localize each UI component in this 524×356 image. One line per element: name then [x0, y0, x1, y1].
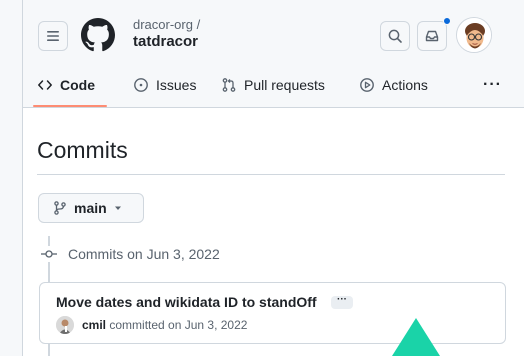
pointer-arrow-icon: [392, 318, 440, 356]
repo-name-link[interactable]: tatdracor: [133, 33, 198, 50]
pull-request-icon: [221, 77, 237, 93]
commit-title-link[interactable]: Move dates and wikidata ID to standOff: [56, 294, 317, 310]
code-icon: [37, 77, 53, 93]
background-margin: [0, 0, 22, 356]
search-button[interactable]: [380, 21, 410, 51]
tab-actions-label: Actions: [382, 77, 428, 93]
tab-code[interactable]: Code: [37, 74, 95, 96]
issue-icon: [133, 77, 149, 93]
git-branch-icon: [54, 201, 66, 215]
branch-selector-button[interactable]: main: [38, 193, 144, 223]
tab-issues[interactable]: Issues: [133, 74, 196, 96]
user-avatar[interactable]: [456, 17, 492, 53]
triangle-down-icon: [114, 206, 121, 210]
avatar-icon: [457, 18, 491, 52]
commit-message-expand-button[interactable]: ···: [331, 295, 353, 309]
commit-group-date: Commits on Jun 3, 2022: [68, 246, 220, 262]
branch-name: main: [74, 200, 107, 216]
repo-owner-link[interactable]: dracor-org /: [133, 17, 200, 32]
title-divider: [37, 174, 505, 175]
tab-pull-requests[interactable]: Pull requests: [221, 74, 325, 96]
notification-dot: [443, 17, 451, 25]
repo-tabs: Code Issues Pull requests Actions ···: [23, 64, 524, 108]
hamburger-icon: [47, 31, 59, 41]
inbox-button[interactable]: [417, 21, 447, 51]
play-icon: [359, 77, 375, 93]
author-avatar-icon: [56, 316, 74, 334]
author-avatar[interactable]: [56, 316, 74, 334]
github-logo-icon[interactable]: [81, 18, 115, 52]
tab-actions[interactable]: Actions: [359, 74, 428, 96]
commit-date-text: committed on Jun 3, 2022: [109, 318, 248, 332]
commit-meta: cmil committed on Jun 3, 2022: [82, 318, 247, 332]
selected-tab-underline: [33, 105, 107, 107]
menu-button[interactable]: [38, 21, 68, 51]
repo-header: dracor-org / tatdracor Code Issues Pull …: [23, 0, 524, 108]
more-tabs-button[interactable]: ···: [483, 74, 502, 96]
tab-code-label: Code: [60, 77, 95, 93]
github-mobile-window: dracor-org / tatdracor Code Issues Pull …: [22, 0, 524, 356]
tab-pull-requests-label: Pull requests: [244, 77, 325, 93]
tab-issues-label: Issues: [156, 77, 197, 93]
commit-author-link[interactable]: cmil: [82, 318, 106, 332]
search-icon: [388, 29, 402, 43]
page-title: Commits: [37, 137, 128, 163]
git-commit-icon: [41, 246, 57, 262]
inbox-icon: [425, 30, 439, 42]
more-icon: ···: [483, 76, 502, 93]
